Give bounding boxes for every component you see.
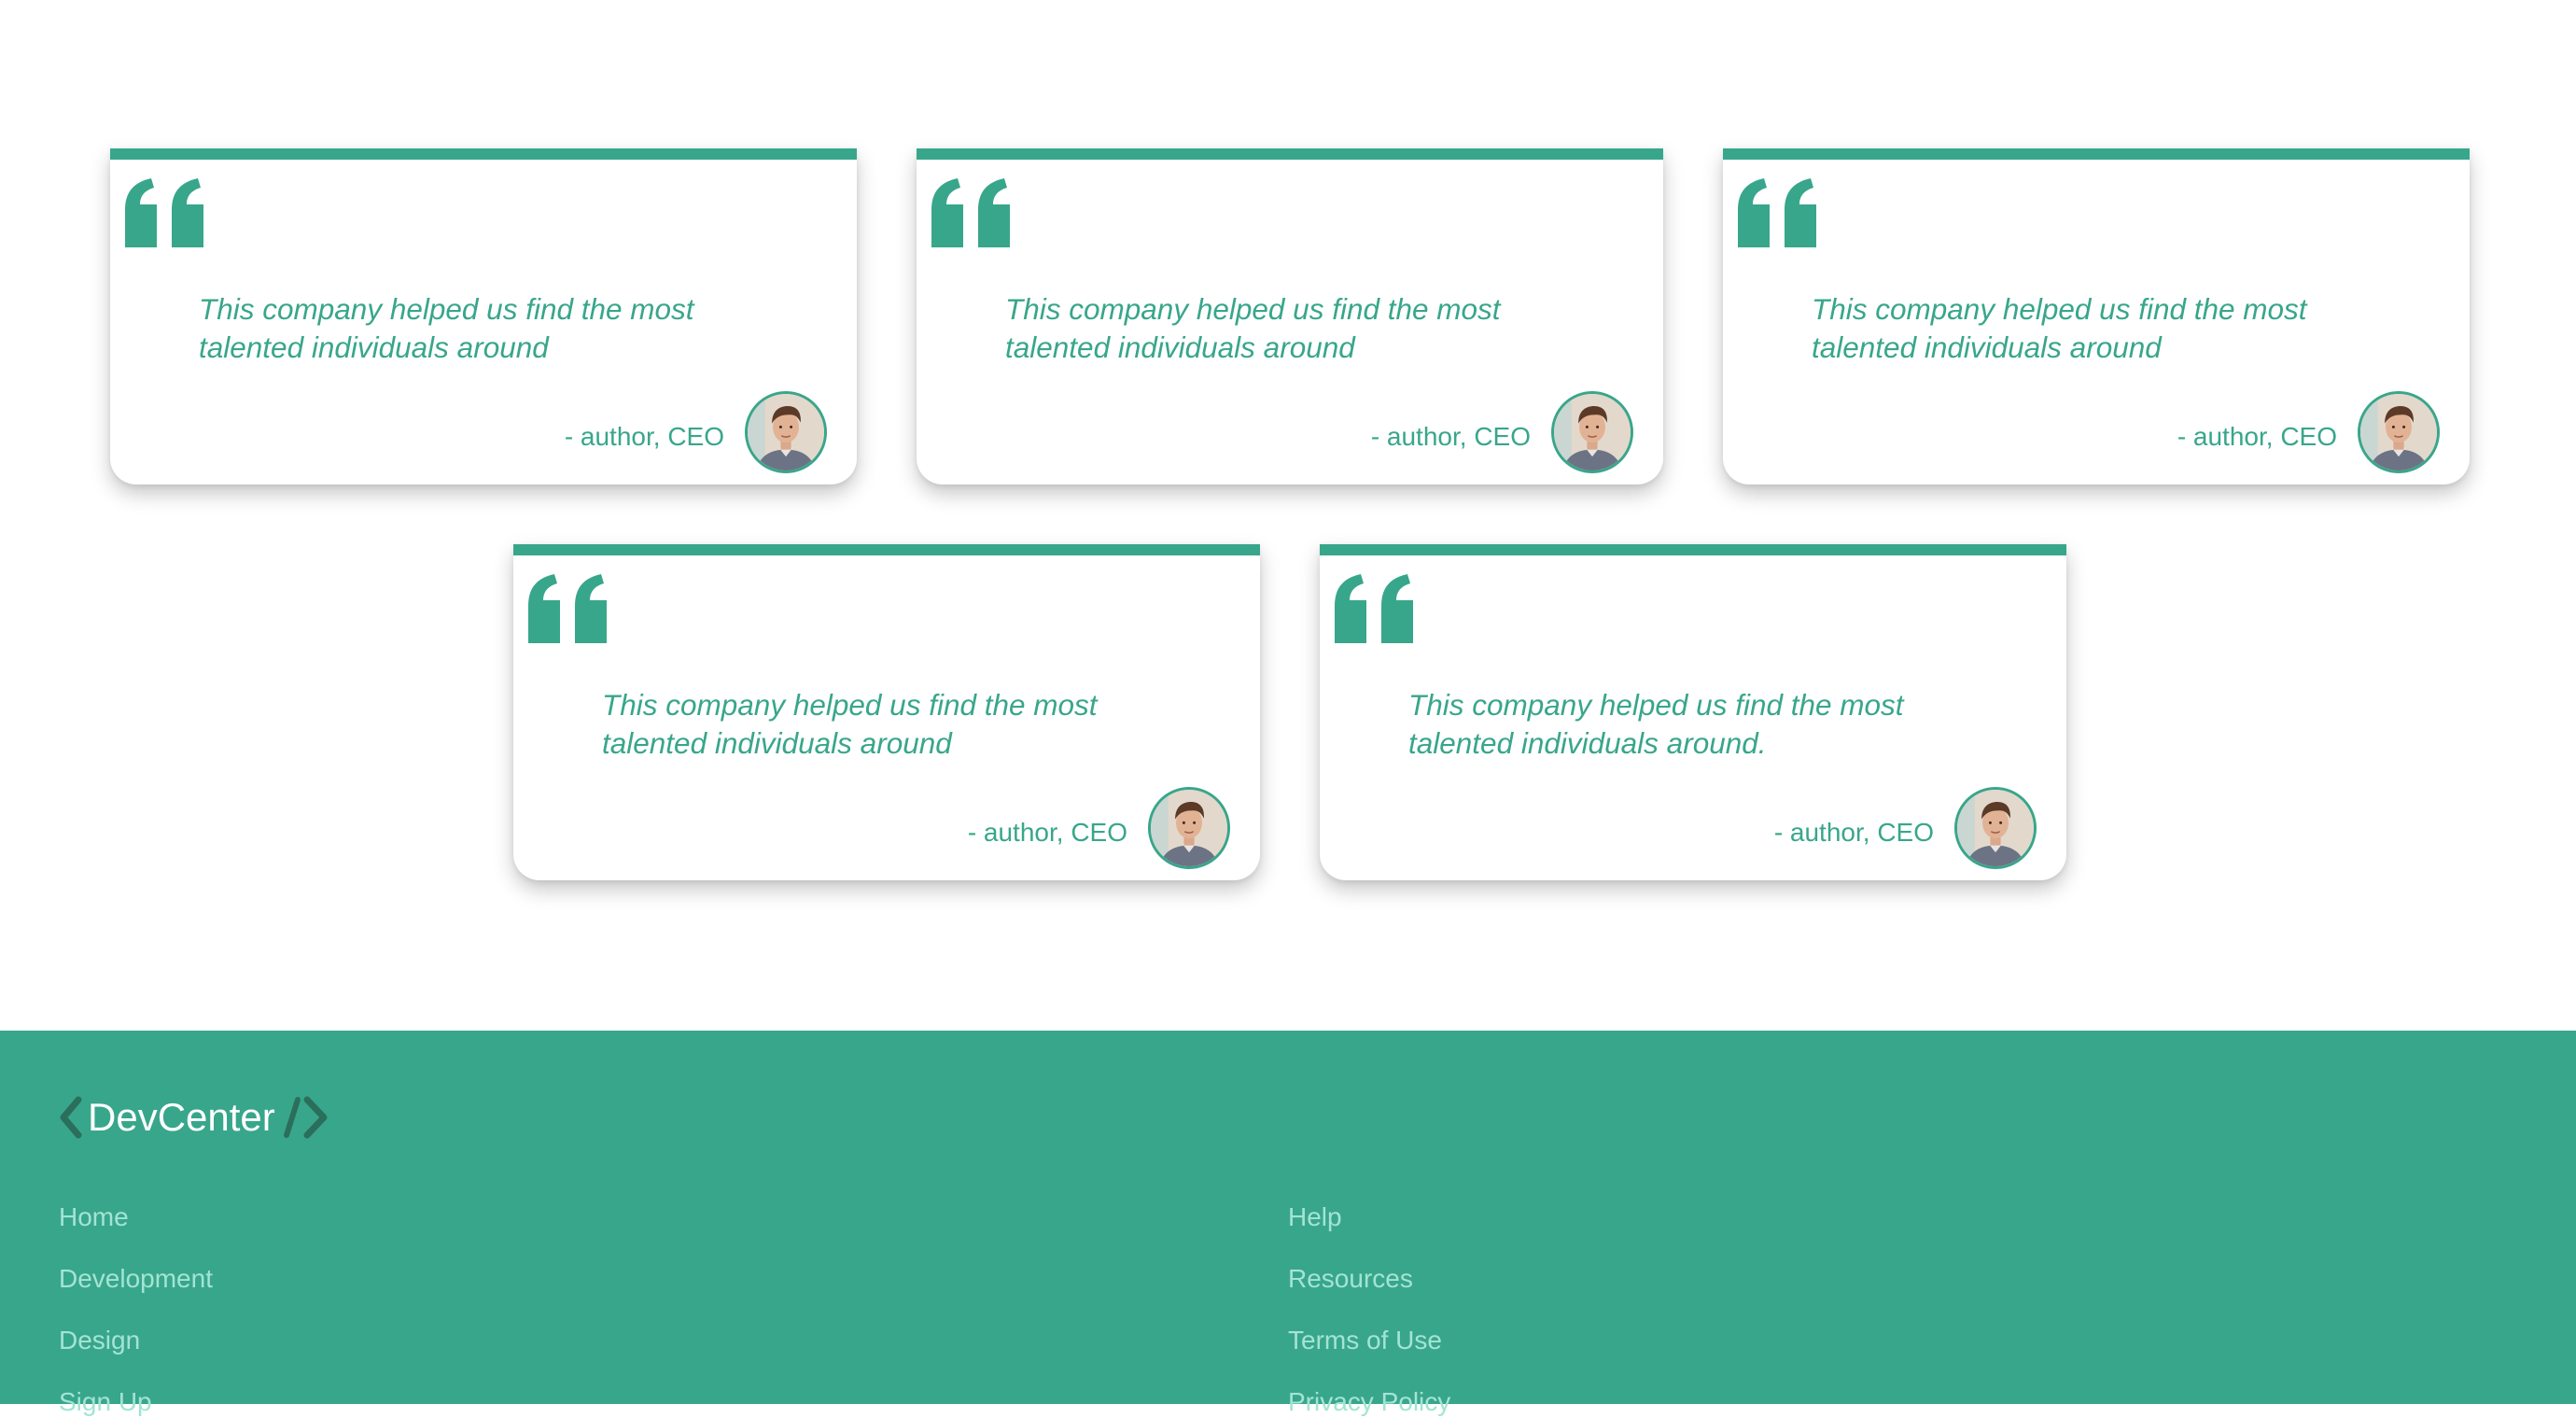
footer-link-home[interactable]: Home [59,1201,129,1233]
testimonial-quote: This company helped us find the most tal… [602,688,1098,760]
testimonials-section: This company helped us find the most tal… [0,0,2576,1031]
footer-link-design[interactable]: Design [59,1325,140,1356]
left-double-quote-icon [123,178,205,247]
testimonial-quote: This company helped us find the most tal… [1408,688,1904,760]
brand-logo-link[interactable]: DevCenter [58,1087,331,1148]
testimonial-quote: This company helped us find the most tal… [199,292,694,364]
avatar [1954,787,2037,869]
testimonial-author: - author, CEO [564,422,724,451]
slash-chevron-right-icon [283,1096,328,1139]
left-double-quote-icon [526,574,609,643]
testimonial-author: - author, CEO [1773,818,1934,847]
footer-link-terms-of-use[interactable]: Terms of Use [1288,1325,1442,1356]
avatar [2358,391,2440,473]
footer: DevCenter Home Development Design Sign U… [0,1031,2576,1416]
footer-link-development[interactable]: Development [59,1263,213,1295]
chevron-left-icon [60,1096,82,1139]
left-double-quote-icon [1736,178,1818,247]
left-double-quote-icon [930,178,1012,247]
testimonial-card: This company helped us find the most tal… [513,544,1260,880]
avatar [1551,391,1633,473]
testimonial-card: This company helped us find the most tal… [1723,148,2470,484]
testimonial-author: - author, CEO [967,818,1127,847]
testimonial-card: This company helped us find the most tal… [1320,544,2066,880]
testimonial-card: This company helped us find the most tal… [917,148,1663,484]
avatar [745,391,827,473]
footer-link-privacy-policy[interactable]: Privacy Policy [1288,1386,1450,1418]
left-double-quote-icon [1333,574,1415,643]
footer-link-sign-up[interactable]: Sign Up [59,1386,152,1418]
footer-link-help[interactable]: Help [1288,1201,1342,1233]
brand-name: DevCenter [88,1095,275,1139]
testimonial-author: - author, CEO [1370,422,1531,451]
footer-link-resources[interactable]: Resources [1288,1263,1413,1295]
testimonial-quote: This company helped us find the most tal… [1812,292,2307,364]
testimonial-quote: This company helped us find the most tal… [1005,292,1501,364]
avatar [1148,787,1230,869]
testimonial-card: This company helped us find the most tal… [110,148,857,484]
testimonial-author: - author, CEO [2177,422,2337,451]
